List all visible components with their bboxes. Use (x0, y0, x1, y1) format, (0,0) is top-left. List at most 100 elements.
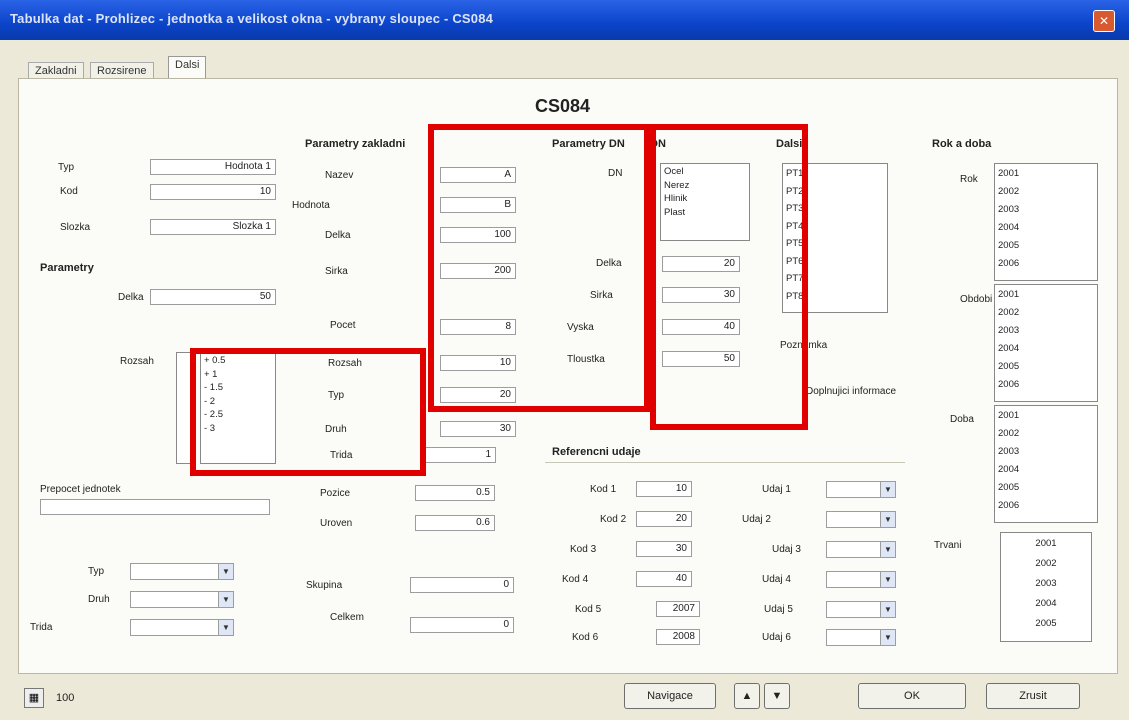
col2-label: Delka (325, 230, 351, 241)
list-item[interactable]: 2004 (998, 219, 1094, 237)
ref-dropdown[interactable]: ▼ (826, 601, 896, 618)
list-item[interactable]: 2003 (998, 443, 1094, 461)
ref-right-label: Udaj 1 (762, 484, 791, 495)
label-dd1: Typ (88, 566, 105, 577)
list-item[interactable]: 2004 (998, 461, 1094, 479)
dropdown-3[interactable]: ▼ (130, 619, 234, 636)
status-icon: ▦ (24, 688, 44, 708)
col2-label: Pocet (330, 320, 356, 331)
ref-dropdown[interactable]: ▼ (826, 629, 896, 646)
right-list-1[interactable]: 2001 2002 2003 2004 2005 2006 (994, 163, 1098, 281)
chevron-down-icon: ▼ (218, 592, 233, 607)
col2-label: Skupina (306, 580, 343, 591)
section-right: Rok a doba (932, 138, 992, 150)
col2-field[interactable]: 1 (420, 447, 496, 463)
ref-dropdown[interactable]: ▼ (826, 511, 896, 528)
label-dd3: Trida (30, 622, 53, 633)
field-delka[interactable]: 50 (150, 289, 276, 305)
highlight-box-2 (428, 124, 650, 412)
list-item[interactable]: 2001 (1004, 534, 1088, 554)
ref-right-label: Udaj 4 (762, 574, 791, 585)
section-ref: Referencni udaje (552, 446, 641, 458)
list-item[interactable]: 2001 (998, 165, 1094, 183)
col2-label: Nazev (325, 170, 354, 181)
list-item[interactable]: 2001 (998, 407, 1094, 425)
list-item[interactable]: 2004 (1004, 594, 1088, 614)
ok-button[interactable]: OK (858, 683, 966, 709)
ref-dropdown[interactable]: ▼ (826, 571, 896, 588)
right-list-2[interactable]: 2001 2002 2003 2004 2005 2006 (994, 284, 1098, 402)
field-slozka[interactable]: Slozka 1 (150, 219, 276, 235)
right-list-4[interactable]: 2001 2002 2003 2004 2005 (1000, 532, 1092, 642)
status-text: 100 (56, 692, 75, 704)
list-item[interactable]: 2004 (998, 340, 1094, 358)
list-item[interactable]: 2006 (998, 376, 1094, 394)
col2-field[interactable]: 0.5 (415, 485, 495, 501)
section-parametry: Parametry (40, 262, 94, 274)
list-item[interactable]: 2002 (998, 304, 1094, 322)
ref-dropdown[interactable]: ▼ (826, 541, 896, 558)
list-item[interactable]: 2001 (998, 286, 1094, 304)
list-item[interactable]: 2003 (1004, 574, 1088, 594)
col2-field[interactable]: 0 (410, 617, 514, 633)
ref-field[interactable]: 20 (636, 511, 692, 527)
field-prepocet[interactable] (40, 499, 270, 515)
tab-zakladni[interactable]: Zakladni (28, 62, 84, 79)
col2-field[interactable]: 0 (410, 577, 514, 593)
ref-dropdown[interactable]: ▼ (826, 481, 896, 498)
label-delka: Delka (118, 292, 144, 303)
tab-dalsi[interactable]: Dalsi (168, 56, 207, 79)
list-item[interactable]: 2005 (1004, 614, 1088, 634)
nav-button[interactable]: Navigace (624, 683, 716, 709)
up-arrow-button[interactable]: ▲ (734, 683, 760, 709)
app-window: Tabulka dat - Prohlizec - jednotka a vel… (0, 0, 1129, 720)
chevron-down-icon: ▼ (880, 542, 895, 557)
list-item[interactable]: 2002 (998, 425, 1094, 443)
ref-field[interactable]: 10 (636, 481, 692, 497)
chevron-down-icon: ▼ (218, 564, 233, 579)
ref-field[interactable]: 40 (636, 571, 692, 587)
label-typ: Typ (58, 162, 75, 173)
ref-field[interactable]: 30 (636, 541, 692, 557)
list-item[interactable]: 2006 (998, 255, 1094, 273)
col2-label: Pozice (320, 488, 351, 499)
window-title: Tabulka dat - Prohlizec - jednotka a vel… (10, 11, 494, 26)
list-item[interactable]: 2002 (1004, 554, 1088, 574)
label-rozsah: Rozsah (120, 356, 154, 367)
highlight-box-1 (190, 348, 426, 476)
list-item[interactable]: 2006 (998, 497, 1094, 515)
down-arrow-button[interactable]: ▼ (764, 683, 790, 709)
right-list-3[interactable]: 2001 2002 2003 2004 2005 2006 (994, 405, 1098, 523)
list-item[interactable]: 2005 (998, 237, 1094, 255)
ref-label: Kod 5 (575, 604, 602, 615)
list-item[interactable]: 2003 (998, 201, 1094, 219)
col2-field[interactable]: 30 (440, 421, 516, 437)
ref-separator (545, 462, 905, 463)
page-title: CS084 (535, 96, 591, 116)
right-group-label: Rok (960, 174, 978, 185)
col2-label: Hodnota (292, 200, 330, 211)
list-item[interactable]: 2005 (998, 479, 1094, 497)
col2-label: Sirka (325, 266, 348, 277)
list-item[interactable]: 2005 (998, 358, 1094, 376)
chevron-down-icon: ▼ (880, 602, 895, 617)
ref-right-label: Udaj 6 (762, 632, 791, 643)
chevron-down-icon: ▼ (880, 482, 895, 497)
close-icon[interactable]: ✕ (1093, 10, 1115, 32)
field-typ[interactable]: Hodnota 1 (150, 159, 276, 175)
title-bar: Tabulka dat - Prohlizec - jednotka a vel… (0, 0, 1129, 40)
col2-label: Uroven (320, 518, 353, 529)
col2-field[interactable]: 0.6 (415, 515, 495, 531)
ref-label: Kod 4 (562, 574, 589, 585)
chevron-down-icon: ▼ (880, 572, 895, 587)
tab-rozsirene[interactable]: Rozsirene (90, 62, 154, 79)
ref-field[interactable]: 2007 (656, 601, 700, 617)
ref-field[interactable]: 2008 (656, 629, 700, 645)
list-item[interactable]: 2002 (998, 183, 1094, 201)
dropdown-2[interactable]: ▼ (130, 591, 234, 608)
dropdown-1[interactable]: ▼ (130, 563, 234, 580)
ref-right-label: Udaj 2 (742, 514, 771, 525)
field-kod[interactable]: 10 (150, 184, 276, 200)
cancel-button[interactable]: Zrusit (986, 683, 1080, 709)
list-item[interactable]: 2003 (998, 322, 1094, 340)
